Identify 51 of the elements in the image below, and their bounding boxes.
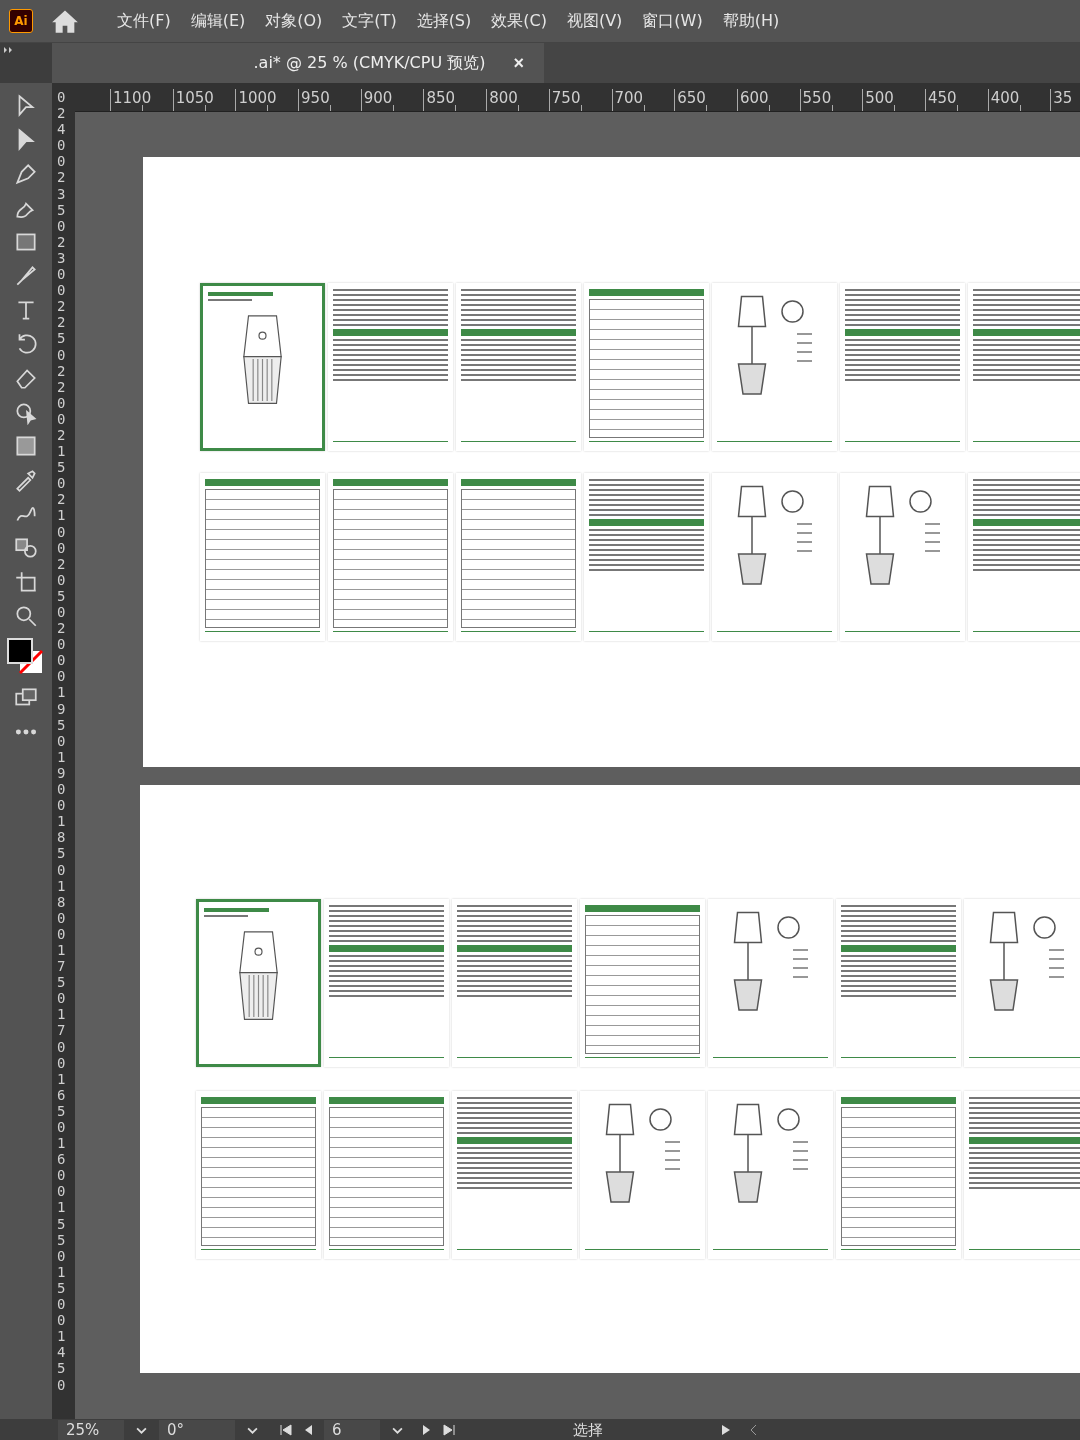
caret-icon[interactable] xyxy=(247,1426,258,1434)
pen-icon[interactable] xyxy=(13,161,39,187)
menu-item[interactable]: 窗口(W) xyxy=(632,10,713,32)
ruler-label: 1950 xyxy=(56,684,67,749)
eyedropper-icon[interactable] xyxy=(13,467,39,493)
menu-item[interactable]: 编辑(E) xyxy=(180,10,256,32)
ruler-label: 2150 xyxy=(56,426,67,492)
ruler-label: 1450 xyxy=(56,1328,67,1393)
home-icon[interactable] xyxy=(51,8,79,34)
ruler-label: 2300 xyxy=(56,233,67,299)
zoom-field[interactable]: 25% xyxy=(58,1420,124,1440)
ruler-label: 2050 xyxy=(56,555,67,621)
ruler-label: 1600 xyxy=(56,1135,67,1200)
play-icon[interactable] xyxy=(720,1424,732,1436)
ruler-label: 1650 xyxy=(56,1070,67,1136)
ruler-label: 2100 xyxy=(56,491,67,556)
menu-item[interactable]: 对象(O) xyxy=(255,10,333,32)
expand-panel-icon[interactable] xyxy=(4,47,14,53)
document-title: .ai* @ 25 % (CMYK/CPU 预览) xyxy=(253,52,486,74)
ruler-label: 0 xyxy=(56,89,67,106)
menu-item[interactable]: 文件(F) xyxy=(107,10,181,32)
status-text: 选择 xyxy=(571,1420,604,1440)
ruler-label: 1700 xyxy=(56,1006,67,1071)
ruler-label: 2000 xyxy=(56,620,67,685)
ruler-label: 1850 xyxy=(56,813,67,878)
ruler-label: 1900 xyxy=(56,748,67,814)
artboard-field[interactable]: 6 xyxy=(324,1420,380,1440)
last-page-icon[interactable] xyxy=(443,1424,455,1436)
first-page-icon[interactable] xyxy=(280,1424,292,1436)
close-button[interactable]: × xyxy=(507,51,530,75)
ruler-label: 2400 xyxy=(56,105,67,170)
gradient-icon[interactable] xyxy=(13,433,39,459)
menu-item[interactable]: 选择(S) xyxy=(406,10,482,32)
ruler-label: 2200 xyxy=(56,362,67,427)
fill-stroke-swatch-icon[interactable] xyxy=(6,637,46,677)
menu-item[interactable]: 帮助(H) xyxy=(712,10,790,32)
artboard-icon[interactable] xyxy=(13,569,39,595)
app-logo: Ai xyxy=(9,9,33,33)
ruler-label: 2250 xyxy=(56,298,67,363)
ruler-label: 1750 xyxy=(56,941,67,1007)
caret-icon[interactable] xyxy=(392,1426,403,1434)
menu-item[interactable]: 效果(C) xyxy=(481,10,557,32)
document-tab[interactable]: .ai* @ 25 % (CMYK/CPU 预览) × xyxy=(52,43,544,83)
ruler-label: 1500 xyxy=(56,1263,67,1329)
ruler-label: 2350 xyxy=(56,169,67,234)
caret-icon[interactable] xyxy=(136,1426,147,1434)
menu-item[interactable]: 文字(T) xyxy=(332,10,407,32)
ruler-label: 1800 xyxy=(56,877,67,942)
ruler-label: 1550 xyxy=(56,1199,67,1264)
menu-item[interactable]: 视图(V) xyxy=(556,10,633,32)
rotation-field[interactable]: 0° xyxy=(159,1420,235,1440)
